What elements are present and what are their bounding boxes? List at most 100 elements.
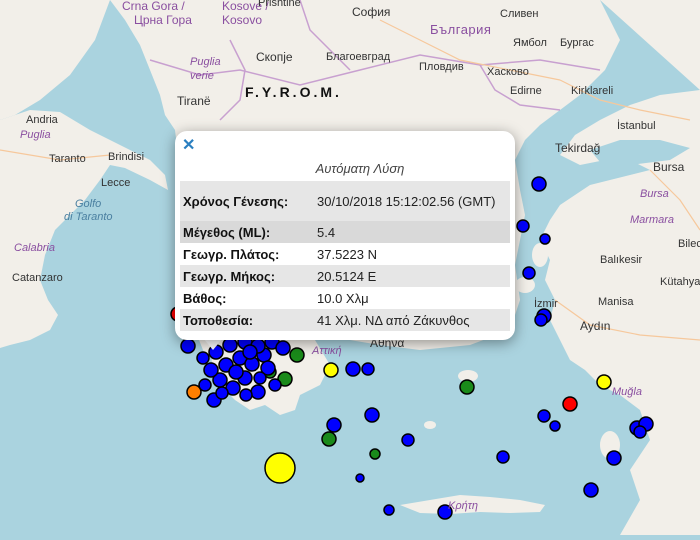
marker-yellow-large [264,452,296,484]
map-label-attiki: Αττική [312,345,342,357]
map-label-balikesir: Balıkesir [600,254,643,266]
marker-blue [361,362,375,376]
marker-blue [180,338,196,354]
marker-green [289,347,305,363]
close-icon[interactable]: ✕ [182,137,195,155]
marker-yellow [323,362,339,378]
map-label-crna-gora: Crna Gora / [122,0,185,13]
table-row: Μέγεθος (ML): 5.4 [180,221,510,243]
marker-blue [196,351,210,365]
longitude-value: 20.5124 E [314,265,510,287]
table-row: Γεωγρ. Πλάτος: 37.5223 N [180,243,510,265]
marker-blue [364,407,380,423]
location-value: 41 Χλμ. ΝΔ από Ζάκυνθος [314,309,510,331]
map-label-kirklareli: Kirklareli [571,85,614,97]
marker-green [321,431,337,447]
marker-yellow [596,374,612,390]
map-label-istanbul: İstanbul [617,120,656,132]
map-label-bulgaria: България [430,22,492,37]
map-label-verie: verie [190,70,214,82]
marker-blue [268,378,282,392]
longitude-label: Γεωγρ. Μήκος: [180,265,314,287]
map-label-calabria: Calabria [14,242,55,254]
map-label-izmir: İzmir [534,298,558,310]
map-label-catanzaro: Catanzaro [12,272,63,284]
marker-blue [198,378,212,392]
latitude-label: Γεωγρ. Πλάτος: [183,246,280,262]
map-label-kutahya: Kütahya [660,276,700,288]
map-label-burgas: Бургас [560,37,594,49]
map-label-tirane: Tiranë [177,94,211,108]
marker-green [459,379,475,395]
earthquake-info-table: Χρόνος Γένεσης: 30/10/2018 15:12:02.56 (… [180,181,510,331]
map-label-di-taranto: di Taranto [64,211,113,223]
marker-blue [516,219,530,233]
origin-time-label: Χρόνος Γένεσης: [180,181,314,221]
latitude-value: 37.5223 N [317,246,377,262]
table-row: Τοποθεσία: 41 Χλμ. ΝΔ από Ζάκυνθος [180,309,510,331]
table-row: Χρόνος Γένεσης: 30/10/2018 15:12:02.56 (… [180,181,510,221]
map-label-pristina: Prishtinë [258,0,301,9]
marker-red [562,396,578,412]
magnitude-label: Μέγεθος (ML): [180,221,314,243]
marker-blue [253,371,267,385]
marker-blue [522,266,536,280]
map-label-manisa: Manisa [598,296,634,308]
marker-blue [275,340,291,356]
map-label-plovdiv: Пловдив [419,61,464,73]
map-label-puglia-verie: Puglia [190,56,221,68]
map-label-kosovo: Kosovo [222,13,263,27]
marker-blue [401,433,415,447]
map-label-blagoevgrad: Благоевград [326,51,391,63]
marker-blue [633,425,647,439]
map-label-brindisi: Brindisi [108,151,145,163]
map-label-aydin: Aydın [580,319,611,333]
map-label-yambol: Ямбол [513,37,547,49]
marker-blue [326,417,342,433]
map-label-bursa: Bursa [653,160,685,174]
marker-blue [345,361,361,377]
marker-blue [531,176,547,192]
marker-blue [355,473,365,483]
magnitude-value: 5.4 [314,221,510,243]
marker-blue [539,233,551,245]
depth-value: 10.0 Χλμ [317,290,369,306]
map-label-krete: Κρήτη [448,500,478,512]
map-label-bursa-region: Bursa [640,188,669,200]
map-label-marmara: Marmara [630,214,675,226]
map-label-sliven: Сливен [500,8,539,20]
map-label-taranto: Taranto [49,153,86,165]
marker-blue [583,482,599,498]
map-label-mugla: Muğla [612,386,642,398]
map-label-tekirdag: Tekirdağ [555,141,601,155]
map-label-bilecik: Bilecik [678,238,700,250]
marker-green [369,448,381,460]
map-label-haskovo: Хасково [487,66,529,78]
map-label-crna-gora-cyr: Црна Гора [134,13,192,27]
map-label-andria: Andria [26,114,58,126]
origin-time-value: 30/10/2018 15:12:02.56 (GMT) [314,181,510,221]
marker-blue [203,362,219,378]
table-row: Βάθος: 10.0 Χλμ [180,287,510,309]
marker-blue [250,384,266,400]
marker-blue [537,409,551,423]
map-label-fyrom: F.Y.R.O.M. [245,84,342,100]
marker-blue [242,344,258,360]
map-label-lecce: Lecce [101,177,131,189]
location-label: Τοποθεσία: [180,309,314,331]
map-label-puglia: Puglia [20,129,51,141]
marker-blue [215,386,229,400]
marker-blue [606,450,622,466]
map-label-sofia: София [352,5,391,19]
map-label-golfo: Golfo [75,198,102,210]
table-row: Γεωγρ. Μήκος: 20.5124 E [180,265,510,287]
marker-blue [496,450,510,464]
popup-title: Αυτόματη Λύση [315,161,405,176]
marker-blue [239,388,253,402]
marker-blue [222,337,238,353]
earthquake-popup: ✕ Αυτόματη Λύση Χρόνος Γένεσης: 30/10/20… [175,131,515,340]
marker-blue [383,504,395,516]
marker-blue [549,420,561,432]
marker-blue [228,364,244,380]
map-label-edirne: Edirne [510,85,542,97]
